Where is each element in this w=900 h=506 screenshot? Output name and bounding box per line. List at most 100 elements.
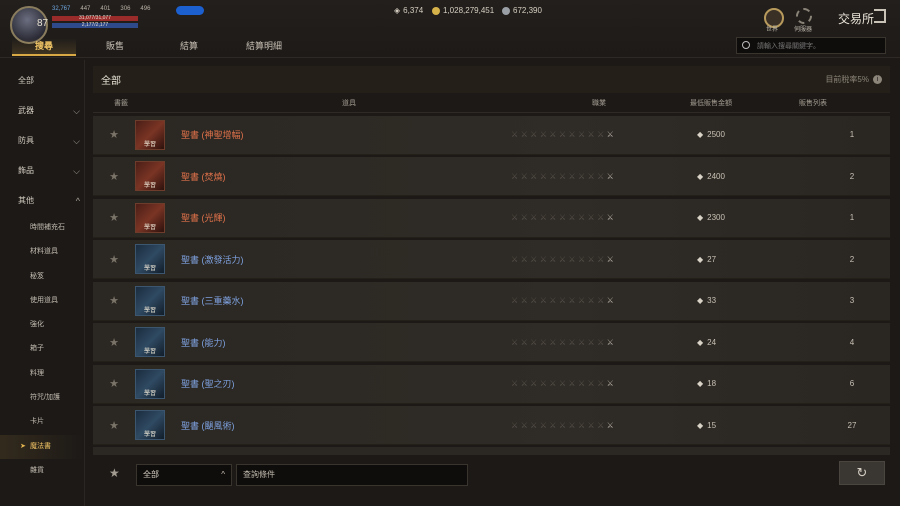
class-icons: ⚔ ⚔ ⚔ ⚔ ⚔ ⚔ ⚔ ⚔ ⚔ ⚔ ⚔ [511, 338, 697, 347]
stat-value: 306 [120, 6, 131, 12]
info-icon[interactable]: i [873, 75, 882, 84]
table-row[interactable]: ★ 學習 聖書 (神聖增幅) ⚔ ⚔ ⚔ ⚔ ⚔ ⚔ ⚔ ⚔ ⚔ ⚔ ⚔ ◆ 2500 1 [93, 115, 890, 155]
tab-settle-details[interactable]: 結算明細 [224, 38, 304, 56]
book-icon: 學習 [135, 368, 165, 399]
class-icon: ⚔ [530, 337, 538, 347]
class-icon: ⚔ [558, 171, 566, 181]
class-icon: ⚔ [530, 213, 538, 222]
favorite-star-icon[interactable]: ★ [93, 211, 135, 224]
tab-sell[interactable]: 販售 [76, 38, 154, 56]
class-icon: ⚔ [539, 296, 547, 305]
favorite-star-icon[interactable]: ★ [93, 170, 135, 183]
sidebar-item-time-stone[interactable]: 時間補充石 [0, 216, 84, 240]
sidebar-item-materials[interactable]: 材料道具 [0, 240, 84, 264]
gold-coin-icon [432, 6, 440, 15]
player-stats: 32,767 447 401 306 496 [52, 6, 150, 12]
table-row[interactable]: ★ 學習 聖書 (光輝) ⚔ ⚔ ⚔ ⚔ ⚔ ⚔ ⚔ ⚔ ⚔ ⚔ ⚔ ◆ 2300 1 [93, 198, 890, 238]
class-icon: ⚔ [520, 337, 528, 347]
hp-bar: 31,077/31,077 [52, 16, 138, 21]
favorite-star-icon[interactable]: ★ [93, 336, 135, 349]
class-icon: ⚔ [587, 379, 595, 388]
class-icon: ⚔ [568, 171, 576, 181]
sidebar-item-boxes[interactable]: 箱子 [0, 337, 84, 361]
class-icon: ⚔ [597, 337, 605, 347]
item-icon-label: 學習 [143, 432, 156, 438]
price-value: 2400 [707, 171, 725, 181]
class-icon: ⚔ [587, 337, 595, 347]
min-price: ◆ 18 [697, 379, 817, 388]
diamond-icon: ◆ [697, 130, 704, 139]
category-all[interactable]: 全部 [0, 66, 84, 96]
class-icon: ⚔ [587, 296, 595, 305]
class-icon: ⚔ [549, 254, 557, 264]
currency-value: 6,374 [403, 6, 424, 15]
category-armor[interactable]: 防具 ⌵ [0, 126, 84, 156]
class-icon: ⚔ [587, 171, 595, 181]
item-icon-label: 學習 [143, 224, 156, 231]
silver-coin-icon [502, 6, 510, 15]
col-class[interactable]: 職業 [549, 98, 649, 108]
favorite-star-icon[interactable]: ★ [93, 377, 135, 390]
query-conditions-button[interactable]: 查詢條件 [236, 464, 468, 486]
sidebar-item-spellbooks[interactable]: ➤ 魔法書 [0, 434, 84, 459]
category-other[interactable]: 其他 ^ [0, 186, 84, 216]
table-row[interactable]: ★ 學習 聖書 (能力) ⚔ ⚔ ⚔ ⚔ ⚔ ⚔ ⚔ ⚔ ⚔ ⚔ ⚔ ◆ 24 4 [93, 323, 890, 362]
sidebar-item-cooking[interactable]: 料理 [0, 362, 84, 386]
sidebar-item-cards[interactable]: 卡片 [0, 410, 84, 434]
sidebar-item-secret-books[interactable]: 秘笈 [0, 265, 84, 289]
class-icon: ⚔ [597, 171, 605, 181]
server-icon[interactable] [796, 8, 812, 24]
favorite-star-icon[interactable]: ★ [93, 253, 135, 266]
listing-count: 1 [849, 130, 855, 139]
table-row[interactable]: ★ 學習 聖書 (聖之刃) ⚔ ⚔ ⚔ ⚔ ⚔ ⚔ ⚔ ⚔ ⚔ ⚔ ⚔ ◆ 18 6 [93, 364, 890, 404]
sidebar-item-misc[interactable]: 雜貨 [0, 459, 84, 483]
sidebar-item-label: 魔法書 [30, 442, 51, 450]
list-header: 全部 目前稅率5% i [93, 66, 890, 93]
favorite-star-icon[interactable]: ★ [93, 419, 135, 432]
col-fav[interactable]: 書籤 [93, 98, 149, 108]
table-row[interactable]: ★ 學習 聖書 (焚燒) ⚔ ⚔ ⚔ ⚔ ⚔ ⚔ ⚔ ⚔ ⚔ ⚔ ⚔ ◆ 2400 2 [93, 157, 890, 196]
refresh-button[interactable]: ↻ [839, 461, 885, 485]
col-item[interactable]: 道具 [149, 98, 549, 108]
class-icon: ⚔ [597, 213, 605, 222]
world-label: 世界 [766, 27, 779, 33]
class-icon: ⚔ [568, 130, 576, 139]
class-icon: ⚔ [530, 254, 538, 264]
sidebar-item-enhance[interactable]: 強化 [0, 313, 84, 337]
chevron-down-icon: ⌵ [73, 106, 80, 116]
category-accessory[interactable]: 飾品 ⌵ [0, 156, 84, 186]
favorite-filter-star-icon[interactable]: ★ [109, 466, 120, 480]
grade-filter-select[interactable]: 全部 ^ [136, 464, 232, 486]
category-weapon[interactable]: 武器 ⌵ [0, 96, 84, 126]
favorite-star-icon[interactable]: ★ [93, 294, 135, 307]
favorite-star-icon[interactable]: ★ [93, 128, 135, 141]
listing-count: 6 [849, 379, 855, 388]
col-min-price[interactable]: 最低販售金額 [649, 98, 773, 108]
item-icon: 學習 [135, 119, 181, 150]
sidebar-item-consumables[interactable]: 使用道具 [0, 289, 84, 313]
exit-icon[interactable] [874, 9, 886, 23]
search-input[interactable] [757, 40, 882, 52]
class-icon: ⚔ [606, 254, 614, 264]
tab-search[interactable]: 搜尋 [12, 38, 76, 56]
category-label: 其他 [18, 196, 34, 205]
class-icon: ⚔ [577, 420, 586, 430]
table-row[interactable] [93, 447, 890, 455]
table-row[interactable]: ★ 學習 聖書 (激發活力) ⚔ ⚔ ⚔ ⚔ ⚔ ⚔ ⚔ ⚔ ⚔ ⚔ ⚔ ◆ 27 2 [93, 240, 890, 279]
main-tabs: 搜尋 販售 結算 結算明細 [12, 38, 304, 56]
price-value: 24 [707, 337, 717, 347]
diamond-icon: ◆ [697, 337, 704, 347]
sidebar-item-charms[interactable]: 符咒/加護 [0, 386, 84, 410]
table-row[interactable]: ★ 學習 聖書 (三重藥水) ⚔ ⚔ ⚔ ⚔ ⚔ ⚔ ⚔ ⚔ ⚔ ⚔ ⚔ ◆ 33 3 [93, 281, 890, 321]
item-icon: 學習 [135, 327, 181, 357]
bottom-filter-bar: ★ 全部 ^ 查詢條件 ↻ [93, 461, 890, 488]
diamond-icon: ◆ [697, 296, 704, 305]
col-count[interactable]: 販售列表 [773, 98, 853, 108]
class-icon: ⚔ [511, 254, 519, 264]
class-icon: ⚔ [577, 379, 586, 388]
price-value: 27 [707, 254, 717, 264]
book-icon: 學習 [135, 244, 165, 274]
tab-settle[interactable]: 結算 [154, 38, 224, 56]
column-headers: 書籤 道具 職業 最低販售金額 販售列表 [93, 93, 890, 113]
table-row[interactable]: ★ 學習 聖書 (颶風術) ⚔ ⚔ ⚔ ⚔ ⚔ ⚔ ⚔ ⚔ ⚔ ⚔ ⚔ ◆ 15 27 [93, 406, 890, 445]
